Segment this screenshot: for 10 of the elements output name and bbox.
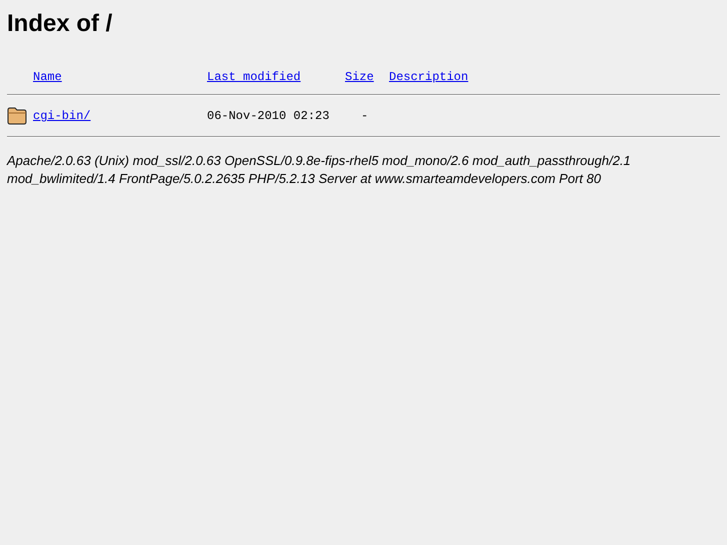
column-sort-link[interactable]: Description xyxy=(389,70,468,84)
column-sort-link[interactable]: Size xyxy=(345,70,374,84)
size-cell-text: - xyxy=(360,109,368,123)
file-link[interactable]: cgi-bin/ xyxy=(33,109,91,123)
page-title: Index of / xyxy=(7,10,114,38)
column-sort-link[interactable]: Name xyxy=(33,70,62,84)
folder-icon xyxy=(7,107,27,125)
column-sort-link[interactable]: Last modified xyxy=(207,70,301,84)
modified-cell: 06-Nov-2010 02:23 xyxy=(207,109,330,123)
server-signature: Apache/2.0.63 (Unix) mod_ssl/2.0.63 OpenSSL/0.9.8e-fips-rhel5 mod_mono/2.6 mod_auth_passthrough/2.1 mod_bwlimited/1.4 FrontPage/5.0.2.2635 PHP/5.2.13 Server at www.smarteamdevelopers.com Port 80 xyxy=(7,152,632,188)
